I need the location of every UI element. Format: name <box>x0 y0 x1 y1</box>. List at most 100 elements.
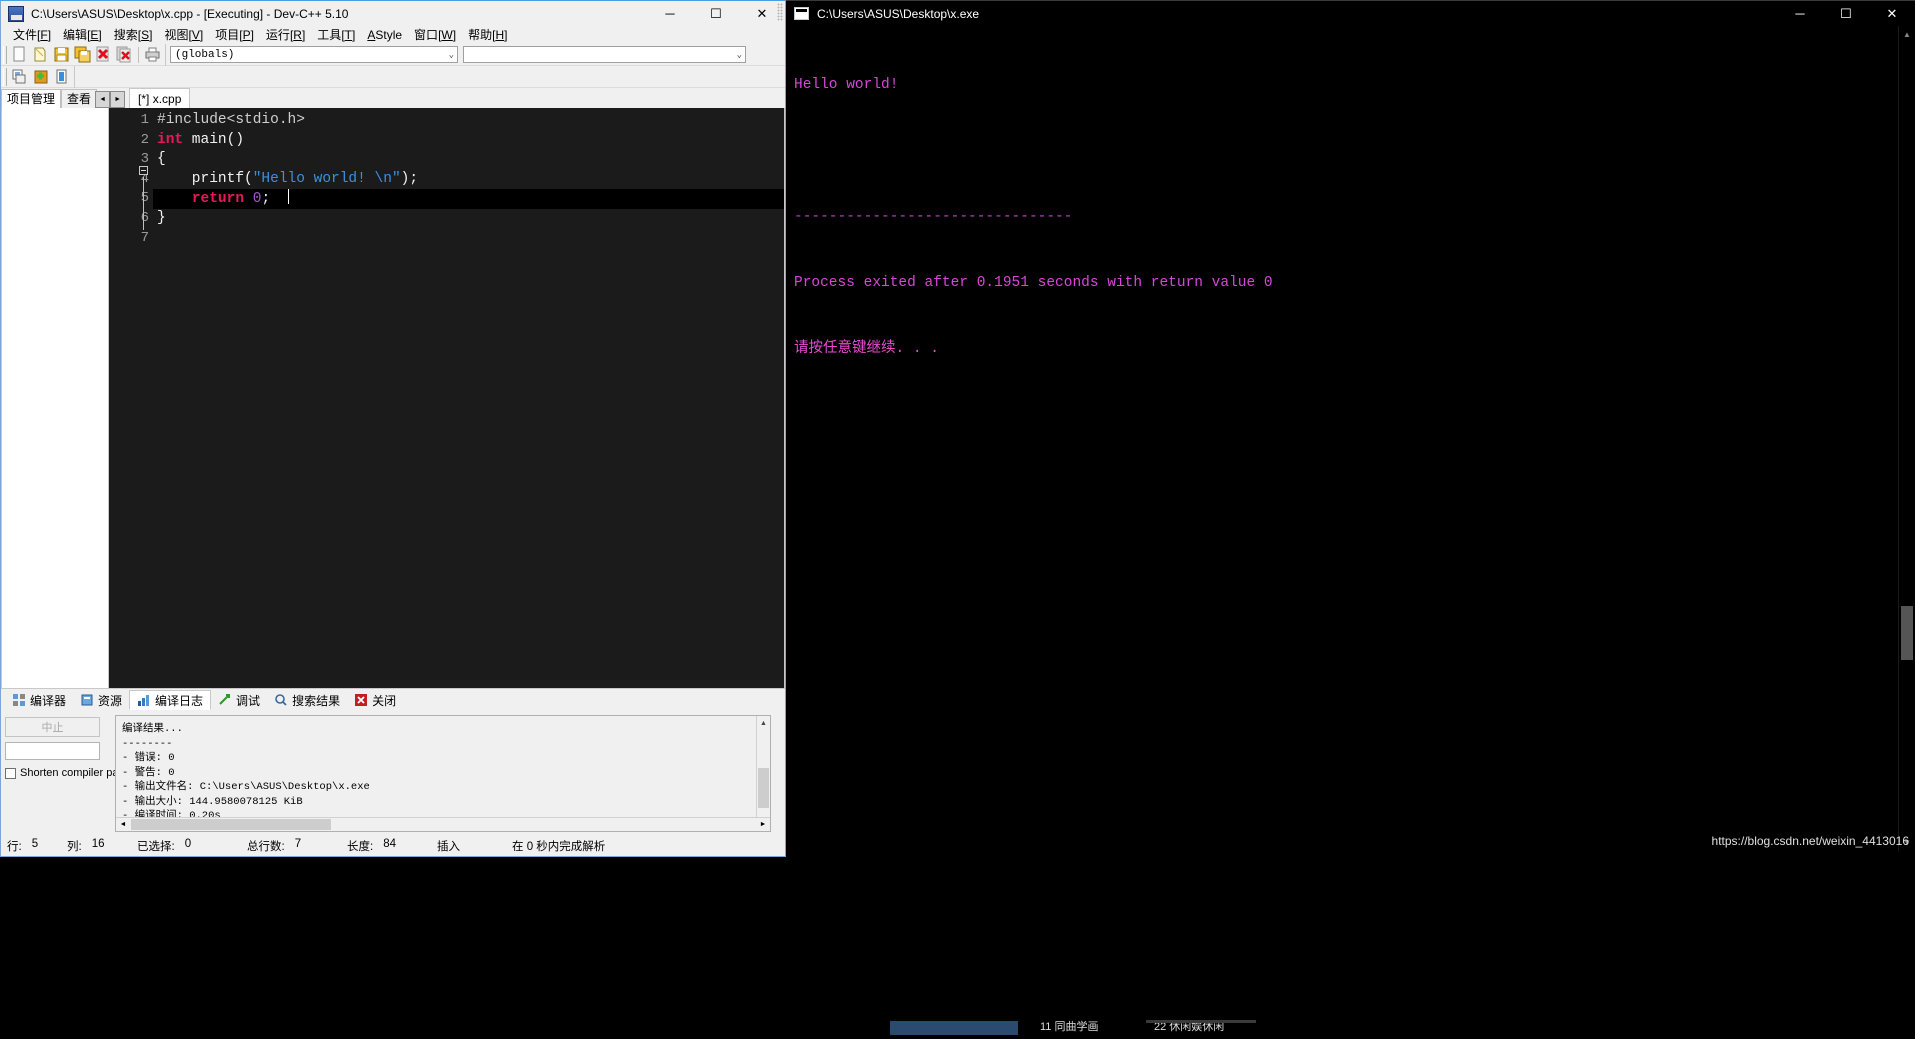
taskbar-thumb-1[interactable] <box>890 1021 1018 1035</box>
compile-log-line: - 编译时间: 0.20s <box>122 810 221 817</box>
bottom-tab-close[interactable]: 关闭 <box>347 690 403 710</box>
status-col: 列: 16 <box>61 838 131 854</box>
menu-help-key: H <box>495 28 505 42</box>
console-scrollbar[interactable]: ▲ ▼ <box>1898 26 1915 851</box>
log-scroll-left-icon[interactable]: ◄ <box>116 818 130 831</box>
menu-search-label: 搜索 <box>113 28 138 42</box>
log-hscroll-thumb[interactable] <box>131 819 331 830</box>
line-number: 6 <box>140 209 149 226</box>
add-to-project-icon[interactable] <box>31 67 50 86</box>
menu-project-label: 项目 <box>215 28 240 42</box>
bottom-tab-resources-label: 资源 <box>98 693 123 708</box>
project-manager-panel[interactable] <box>1 108 109 689</box>
console-maximize-button[interactable]: ☐ <box>1823 1 1869 26</box>
save-icon[interactable] <box>52 45 71 64</box>
menu-search[interactable]: 搜索[S] <box>108 26 159 44</box>
bottom-tab-compile-log[interactable]: 编译日志 <box>129 690 212 710</box>
code-line: return 0; <box>153 189 784 209</box>
console-scroll-thumb[interactable] <box>1901 606 1913 660</box>
bottom-tab-compiler[interactable]: 编译器 <box>5 690 73 710</box>
code-editor[interactable]: 1 2 3 4 5 6 7 #include<stdio.h> int main(… <box>109 108 784 688</box>
bottom-tab-debug[interactable]: 调试 <box>211 690 267 710</box>
code-token: printf( <box>157 170 253 187</box>
bottom-tab-search-results[interactable]: 搜索结果 <box>267 690 347 710</box>
save-all-icon[interactable] <box>73 45 92 64</box>
compile-log-output[interactable]: 编译结果... -------- - 错误: 0 - 警告: 0 - 输出文件名: C:… <box>115 715 771 832</box>
menu-run-key: R <box>293 28 302 42</box>
fold-collapse-icon[interactable] <box>139 166 148 175</box>
new-project-icon[interactable] <box>10 67 29 86</box>
console-minimize-button[interactable]: ─ <box>1777 1 1823 26</box>
menu-edit-label: 编辑 <box>63 28 88 42</box>
sidebar-tab-project-manager[interactable]: 项目管理 <box>1 89 62 108</box>
close-all-icon[interactable] <box>115 45 134 64</box>
menu-file[interactable]: 文件[F] <box>7 26 57 44</box>
menu-tools-label: 工具 <box>317 28 342 42</box>
ide-title: C:\Users\ASUS\Desktop\x.cpp - [Executing… <box>31 6 349 21</box>
menu-view[interactable]: 视图[V] <box>158 26 209 44</box>
taskbar-item-1[interactable]: 11 同曲学画 <box>1040 1013 1098 1039</box>
tab-scroll-prev-icon[interactable]: ◄ <box>95 91 111 108</box>
editor-tab-x-cpp[interactable]: [*] x.cpp <box>129 88 191 108</box>
menu-project[interactable]: 项目[P] <box>209 26 260 44</box>
menu-view-key: V <box>191 28 200 42</box>
console-close-button[interactable]: ✕ <box>1869 1 1915 26</box>
menu-help[interactable]: 帮助[H] <box>462 26 513 44</box>
shorten-compiler-paths-checkbox[interactable] <box>5 767 16 779</box>
log-vscroll-thumb[interactable] <box>758 768 769 808</box>
member-combo[interactable]: ⌄ <box>463 46 746 63</box>
status-selected: 已选择: 0 <box>131 838 241 854</box>
close-file-icon[interactable] <box>94 45 113 64</box>
taskbar-item-2[interactable]: 22 休闲娱休闲 <box>1154 1013 1224 1039</box>
console-body[interactable]: Hello world! ---------------------------… <box>786 26 1915 851</box>
bottom-tab-resources[interactable]: 资源 <box>73 690 129 710</box>
class-browser-combo[interactable]: (globals) ⌄ <box>170 46 458 63</box>
maximize-button[interactable]: ☐ <box>693 1 739 26</box>
log-horizontal-scrollbar[interactable]: ◄ ► <box>116 817 770 831</box>
console-output-line-3: 请按任意键继续. . . <box>794 341 940 357</box>
compiler-path-input[interactable] <box>5 742 100 760</box>
project-toolbar <box>7 65 75 88</box>
status-selected-label: 已选择: <box>137 841 175 853</box>
print-icon[interactable] <box>143 45 162 64</box>
code-text-area[interactable]: #include<stdio.h> int main(){ printf("Hel… <box>153 108 784 688</box>
code-line: #include<stdio.h> <box>153 111 784 131</box>
log-scroll-right-icon[interactable]: ► <box>756 818 770 831</box>
abort-button[interactable]: 中止 <box>5 717 100 737</box>
status-length-value: 84 <box>383 838 396 850</box>
remove-from-project-icon[interactable] <box>52 67 71 86</box>
console-titlebar: C:\Users\ASUS\Desktop\x.exe ─ ☐ ✕ <box>786 1 1915 26</box>
search-results-icon <box>274 693 288 707</box>
open-file-icon[interactable] <box>31 45 50 64</box>
console-output-divider: -------------------------------- <box>794 209 1073 225</box>
class-browser-value: (globals) <box>175 48 235 61</box>
console-scroll-up-icon[interactable]: ▲ <box>1899 26 1915 43</box>
status-row-label: 行: <box>7 841 22 853</box>
menu-astyle[interactable]: AStyle <box>361 26 408 44</box>
ide-main-row: 1 2 3 4 5 6 7 #include<stdio.h> int main(… <box>1 108 785 689</box>
code-token: int <box>157 131 184 148</box>
log-vertical-scrollbar[interactable]: ▲ ▼ <box>756 716 770 831</box>
menu-window[interactable]: 窗口[W] <box>408 26 462 44</box>
bottom-tab-debug-label: 调试 <box>236 693 261 708</box>
shorten-compiler-paths-row[interactable]: Shorten compiler pa <box>5 767 118 779</box>
console-output-line-2: Process exited after 0.1951 seconds with… <box>794 275 1273 291</box>
menu-edit[interactable]: 编辑[E] <box>57 26 108 44</box>
toolbar-separator <box>138 46 139 63</box>
tab-scroll-next-icon[interactable]: ► <box>110 91 126 108</box>
devcpp-icon <box>8 5 24 22</box>
status-lines-value: 7 <box>294 838 302 850</box>
menu-window-key: W <box>441 28 453 42</box>
minimize-button[interactable]: ─ <box>647 1 693 26</box>
compile-log-line: - 错误: 0 <box>122 752 175 764</box>
menu-run[interactable]: 运行[R] <box>260 26 311 44</box>
menu-help-label: 帮助 <box>468 28 493 42</box>
ide-menubar: 文件[F] 编辑[E] 搜索[S] 视图[V] 项目[P] 运行[R] 工具[T… <box>1 26 785 44</box>
log-scroll-up-icon[interactable]: ▲ <box>757 716 770 730</box>
sidebar-tab-view[interactable]: 查看 <box>61 89 98 108</box>
menu-tools[interactable]: 工具[T] <box>311 26 361 44</box>
status-lines-label: 总行数: <box>247 841 285 853</box>
new-file-icon[interactable] <box>10 45 29 64</box>
